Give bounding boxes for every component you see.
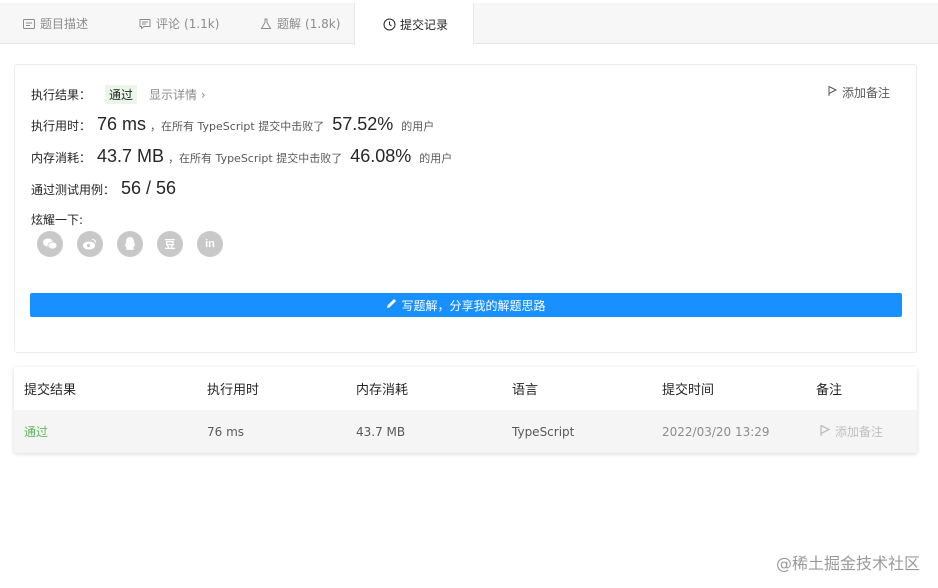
memory-label: 内存消耗：	[31, 151, 92, 165]
runtime-suffix: 的用户	[401, 120, 435, 133]
tab-comments-label: 评论	[156, 17, 181, 31]
tests-label: 通过测试用例：	[31, 183, 116, 197]
tab-submissions[interactable]: 提交记录	[354, 3, 474, 45]
pencil-icon	[386, 298, 397, 312]
table-header: 提交结果 执行用时 内存消耗 语言 提交时间 备注	[14, 367, 917, 410]
flask-icon	[259, 17, 273, 31]
share-icons: 豆 in	[37, 231, 223, 257]
header-language: 语言	[512, 383, 539, 398]
memory-text: ，在所有 TypeScript 提交中击败了	[168, 152, 343, 165]
header-note: 备注	[816, 383, 843, 398]
document-icon	[22, 17, 36, 31]
row-runtime: 76 ms	[207, 424, 245, 439]
tab-bar: 题目描述 评论 (1.1k) 题解 (1.8k) 提交记录	[0, 3, 938, 45]
memory-percent: 46.08%	[350, 146, 412, 166]
result-card: 执行结果： 通过 显示详情 › 添加备注 执行用时： 76 ms ，在所有 Ty…	[14, 64, 917, 353]
row-add-note-label: 添加备注	[835, 425, 884, 439]
watermark: @稀土掘金技术社区	[775, 554, 920, 573]
tab-comments-count: (1.1k)	[184, 16, 220, 31]
row-time: 2022/03/20 13:29	[662, 424, 770, 439]
weibo-icon[interactable]	[77, 231, 103, 257]
add-note-button[interactable]: 添加备注	[828, 84, 890, 101]
row-memory: 43.7 MB	[356, 424, 406, 439]
comment-icon	[138, 17, 152, 31]
tab-description-label: 题目描述	[40, 17, 89, 31]
share-label: 炫耀一下:	[31, 213, 84, 227]
tab-solutions-count: (1.8k)	[305, 16, 341, 31]
flag-icon	[828, 85, 838, 100]
show-details-link[interactable]: 显示详情 ›	[149, 86, 206, 103]
result-label: 执行结果：	[31, 88, 92, 102]
wechat-icon[interactable]	[37, 231, 63, 257]
douban-icon[interactable]: 豆	[157, 231, 183, 257]
share-row: 炫耀一下:	[31, 211, 83, 228]
runtime-text: ，在所有 TypeScript 提交中击败了	[150, 120, 325, 133]
tab-solutions[interactable]: 题解 (1.8k)	[259, 3, 340, 44]
tab-submissions-label: 提交记录	[400, 17, 449, 32]
header-memory: 内存消耗	[356, 383, 409, 398]
add-note-label: 添加备注	[841, 86, 890, 100]
header-runtime: 执行用时	[207, 383, 260, 398]
row-add-note-button[interactable]: 添加备注	[820, 410, 883, 453]
memory-suffix: 的用户	[419, 152, 453, 165]
header-time: 提交时间	[662, 383, 715, 398]
tests-row: 通过测试用例： 56 / 56	[31, 178, 176, 199]
clock-icon	[382, 17, 396, 31]
memory-row: 内存消耗： 43.7 MB ，在所有 TypeScript 提交中击败了 46.…	[31, 146, 452, 167]
tab-solutions-label: 题解	[277, 17, 302, 31]
runtime-row: 执行用时： 76 ms ，在所有 TypeScript 提交中击败了 57.52…	[31, 114, 434, 135]
linkedin-icon[interactable]: in	[197, 231, 223, 257]
runtime-label: 执行用时：	[31, 119, 92, 133]
runtime-percent: 57.52%	[332, 114, 394, 134]
write-solution-button[interactable]: 写题解，分享我的解题思路	[30, 293, 902, 317]
memory-value: 43.7 MB	[97, 146, 165, 166]
flag-icon	[820, 424, 831, 440]
result-row: 执行结果： 通过 显示详情 ›	[31, 85, 206, 104]
qq-icon[interactable]	[117, 231, 143, 257]
tests-value: 56 / 56	[121, 178, 177, 198]
row-language: TypeScript	[512, 424, 575, 439]
status-badge: 通过	[105, 85, 138, 104]
header-status: 提交结果	[24, 383, 77, 398]
table-row[interactable]: 通过 76 ms 43.7 MB TypeScript 2022/03/20 1…	[14, 410, 917, 453]
submissions-table: 提交结果 执行用时 内存消耗 语言 提交时间 备注 通过 76 ms 43.7 …	[14, 367, 917, 453]
runtime-value: 76 ms	[97, 114, 147, 134]
tab-comments[interactable]: 评论 (1.1k)	[138, 3, 219, 44]
write-solution-label: 写题解，分享我的解题思路	[401, 298, 546, 313]
tab-description[interactable]: 题目描述	[22, 3, 88, 44]
row-status-link[interactable]: 通过	[24, 410, 48, 453]
